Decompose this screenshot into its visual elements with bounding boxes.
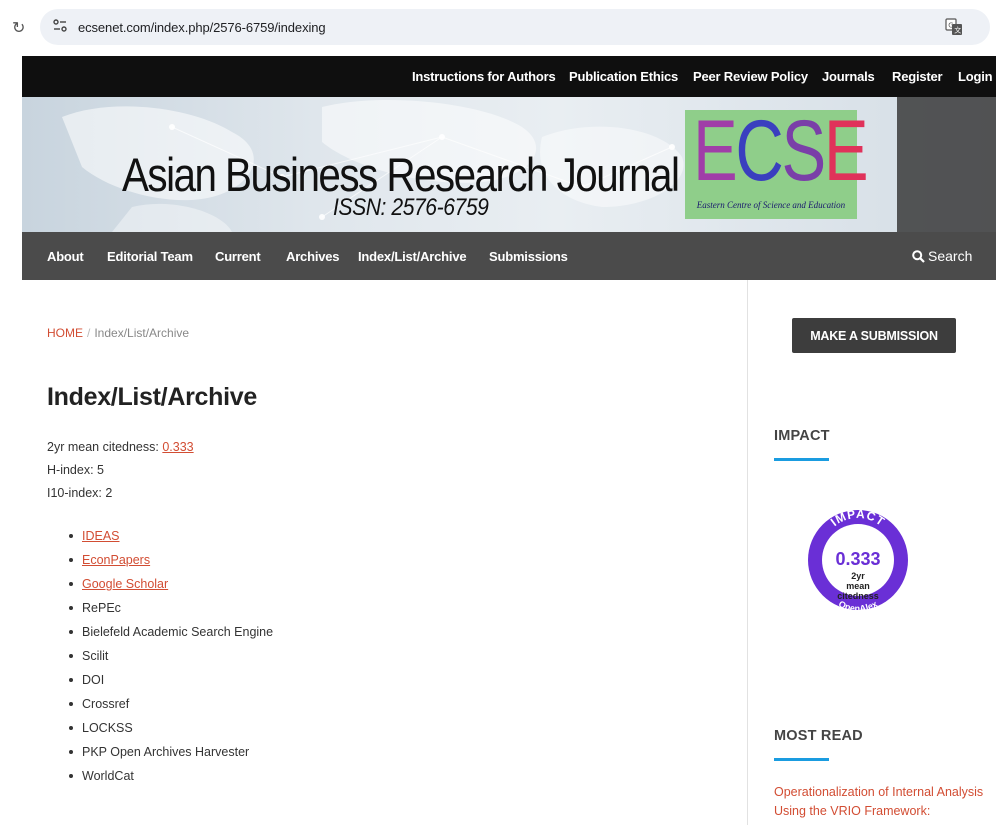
most-read-item-line-1[interactable]: Operationalization of Internal Analysis xyxy=(774,783,983,801)
nav-index-list-archive[interactable]: Index/List/Archive xyxy=(358,249,467,264)
citedness-value-link[interactable]: 0.333 xyxy=(162,440,193,454)
translate-icon[interactable]: G 文 xyxy=(945,18,963,36)
nav-current[interactable]: Current xyxy=(215,249,261,264)
index-link-econpapers[interactable]: EconPapers xyxy=(82,553,150,567)
nav-about[interactable]: About xyxy=(47,249,84,264)
breadcrumb-separator: / xyxy=(87,326,91,340)
list-item: WorldCat xyxy=(68,768,273,792)
list-item: DOI xyxy=(68,672,273,696)
svg-text:G: G xyxy=(948,22,953,30)
most-read-heading-underline xyxy=(774,758,829,761)
most-read-heading: MOST READ xyxy=(774,728,863,744)
search-link[interactable]: Search xyxy=(912,248,972,264)
journal-banner[interactable]: Asian Business Research Journal ISSN: 25… xyxy=(22,97,996,232)
index-list: IDEAS EconPapers Google Scholar RePEc Bi… xyxy=(68,528,273,792)
main-navigation: About Editorial Team Current Archives In… xyxy=(22,232,996,280)
badge-line-2yr: 2yr xyxy=(851,571,865,581)
top-nav-peer-review-policy[interactable]: Peer Review Policy xyxy=(693,69,808,84)
list-item[interactable]: EconPapers xyxy=(68,552,273,576)
badge-citedness-value: 0.333 xyxy=(835,549,881,569)
sidebar: MAKE A SUBMISSION IMPACT IMPACT OpenAlex… xyxy=(747,280,996,825)
breadcrumb-current: Index/List/Archive xyxy=(94,326,190,340)
index-link-ideas[interactable]: IDEAS xyxy=(82,529,120,543)
most-read-item-line-2[interactable]: Using the VRIO Framework: xyxy=(774,802,930,820)
address-bar[interactable]: ecsenet.com/index.php/2576-6759/indexing… xyxy=(40,9,990,45)
browser-toolbar: ↻ ecsenet.com/index.php/2576-6759/indexi… xyxy=(0,0,996,54)
make-submission-button[interactable]: MAKE A SUBMISSION xyxy=(792,318,956,353)
citedness-stat: 2yr mean citedness: 0.333 xyxy=(47,440,194,454)
list-item: PKP Open Archives Harvester xyxy=(68,744,273,768)
url-text[interactable]: ecsenet.com/index.php/2576-6759/indexing xyxy=(78,20,326,35)
list-item: RePEc xyxy=(68,600,273,624)
banner-right-shade xyxy=(897,97,996,232)
svg-text:文: 文 xyxy=(954,26,961,35)
nav-submissions[interactable]: Submissions xyxy=(489,249,568,264)
ecse-logo-letters: ECSE xyxy=(693,103,869,199)
list-item[interactable]: IDEAS xyxy=(68,528,273,552)
top-navigation: Instructions for Authors Publication Eth… xyxy=(22,56,996,97)
list-item: LOCKSS xyxy=(68,720,273,744)
list-item: Crossref xyxy=(68,696,273,720)
nav-archives[interactable]: Archives xyxy=(286,249,340,264)
search-label: Search xyxy=(928,248,973,264)
site-info-icon[interactable] xyxy=(52,18,68,34)
page-title: Index/List/Archive xyxy=(47,383,257,411)
ecse-logo: ECSE Eastern Centre of Science and Educa… xyxy=(685,108,869,219)
ecse-logo-subtitle: Eastern Centre of Science and Education xyxy=(696,200,846,210)
impact-badge[interactable]: IMPACT OpenAlex 0.333 2yr mean citedness xyxy=(802,494,914,634)
journal-issn: ISSN: 2576-6759 xyxy=(333,194,489,221)
i10-index-stat: I10-index: 2 xyxy=(47,486,113,500)
index-link-google-scholar[interactable]: Google Scholar xyxy=(82,577,168,591)
main-content: HOME / Index/List/Archive Index/List/Archi… xyxy=(22,280,747,825)
top-nav-journals[interactable]: Journals xyxy=(822,69,875,84)
top-nav-login[interactable]: Login xyxy=(958,69,993,84)
top-nav-publication-ethics[interactable]: Publication Ethics xyxy=(569,69,678,84)
nav-editorial-team[interactable]: Editorial Team xyxy=(107,249,193,264)
list-item[interactable]: Google Scholar xyxy=(68,576,273,600)
citedness-label: 2yr mean citedness: xyxy=(47,440,163,454)
web-page: Instructions for Authors Publication Eth… xyxy=(22,56,996,825)
list-item: Scilit xyxy=(68,648,273,672)
list-item: Bielefeld Academic Search Engine xyxy=(68,624,273,648)
badge-line-mean: mean xyxy=(846,581,870,591)
top-nav-instructions-for-authors[interactable]: Instructions for Authors xyxy=(412,69,556,84)
top-nav-register[interactable]: Register xyxy=(892,69,943,84)
reload-icon[interactable]: ↻ xyxy=(12,18,25,37)
breadcrumb-home[interactable]: HOME xyxy=(47,326,83,340)
search-icon xyxy=(912,250,925,263)
breadcrumb: HOME / Index/List/Archive xyxy=(47,326,189,340)
h-index-stat: H-index: 5 xyxy=(47,463,104,477)
impact-heading: IMPACT xyxy=(774,428,830,444)
impact-heading-underline xyxy=(774,458,829,461)
badge-line-citedness: citedness xyxy=(837,591,879,601)
